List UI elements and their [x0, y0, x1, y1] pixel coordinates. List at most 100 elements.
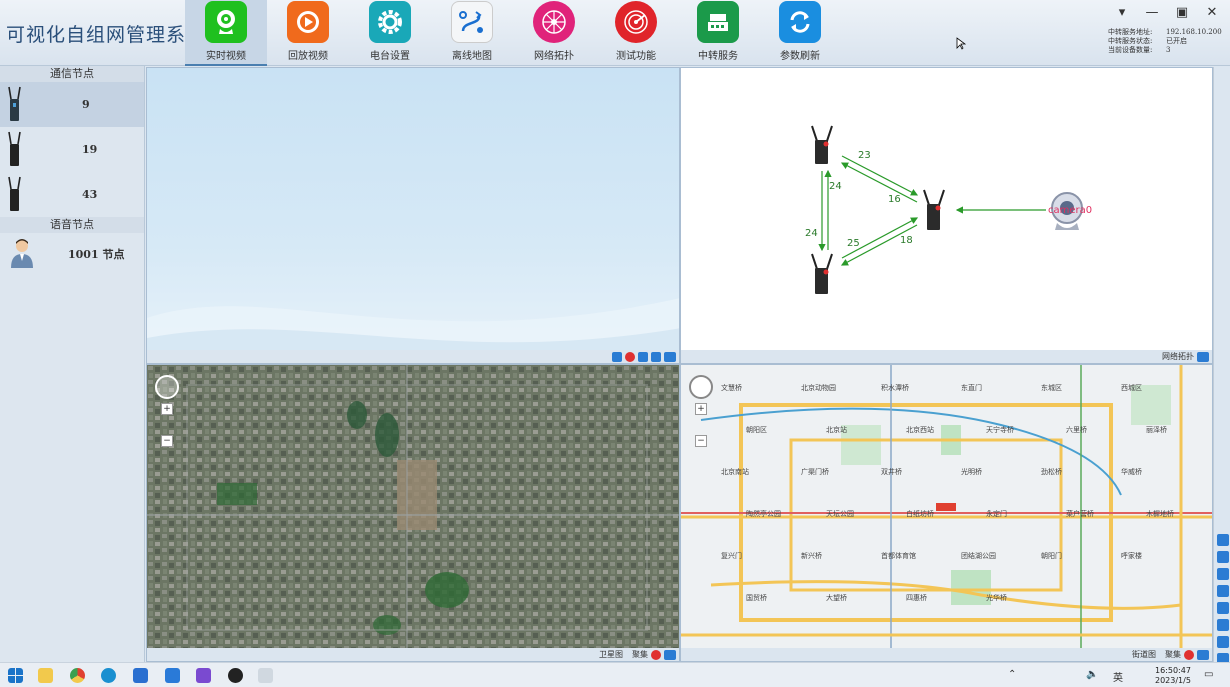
edge-icon[interactable]	[101, 668, 116, 683]
app-icon[interactable]	[258, 668, 273, 683]
map-tool-strip	[1213, 67, 1230, 665]
map-place-label: 北京西站	[906, 426, 934, 434]
nav-playback[interactable]: 回放视频	[267, 0, 349, 66]
map-place-label: 永定门	[986, 510, 1007, 518]
video-panel-toolbar	[147, 350, 679, 363]
fullscreen-icon[interactable]	[664, 649, 676, 660]
map-place-label: 丽泽桥	[1146, 426, 1167, 434]
zoom-out-button[interactable]: −	[695, 435, 707, 447]
play-icon[interactable]	[612, 351, 622, 362]
zoom-out-button[interactable]: −	[161, 435, 173, 447]
map-place-label: 劲松桥	[1041, 468, 1062, 476]
stop-icon[interactable]	[625, 351, 635, 362]
fullscreen-icon[interactable]	[664, 351, 676, 362]
notification-icon[interactable]: ▭	[1204, 669, 1213, 680]
map-place-label: 团结湖公园	[961, 552, 996, 560]
snapshot-icon[interactable]	[638, 351, 648, 362]
app-header: 可视化自组网管理系统 实时视频 回放视频 电台设置 离线地图 网络拓扑 测试功能…	[0, 0, 1230, 66]
topology-node-radio[interactable]	[923, 189, 945, 230]
map-place-label: 白纸坊桥	[906, 510, 934, 518]
file-explorer-icon[interactable]	[38, 668, 53, 683]
nav-refresh-params[interactable]: 参数刷新	[759, 0, 841, 66]
voice-nodes-title: 语音节点	[0, 217, 144, 233]
map-place-label: 北京南站	[721, 468, 749, 476]
clock[interactable]: 16:50:47 2023/1/5	[1155, 666, 1191, 686]
zoom-in-button[interactable]: +	[161, 403, 173, 415]
user-avatar-icon	[11, 239, 33, 268]
comm-node-item[interactable]: 9	[0, 82, 144, 127]
vscode-icon[interactable]	[133, 668, 148, 683]
node-sidebar: 通信节点 9 19 43 语音节点 1001 节点	[0, 66, 145, 662]
map-place-label: 广渠门桥	[801, 468, 829, 476]
map-place-label: 新兴桥	[801, 552, 822, 560]
map-place-label: 木樨地桥	[1146, 510, 1174, 518]
app-icon[interactable]	[228, 668, 243, 683]
map-place-label: 光华桥	[986, 594, 1007, 602]
topology-edge	[840, 162, 918, 203]
comm-node-item[interactable]: 19	[0, 127, 144, 172]
map-tool-icon[interactable]	[1217, 568, 1229, 580]
map-pan-control[interactable]	[155, 375, 179, 399]
topology-panel: 23 16 24 24 25 18 camera0 网络拓扑	[680, 67, 1213, 364]
network-topology-icon	[533, 1, 575, 43]
maximize-icon[interactable]: ▣	[1174, 4, 1190, 20]
map-place-label: 呼家楼	[1121, 552, 1142, 560]
nav-label: 中转服务	[698, 51, 738, 62]
nav-radio-settings[interactable]: 电台设置	[349, 0, 431, 66]
satellite-map-panel[interactable]: + − 卫星图 聚集	[146, 364, 680, 662]
map-place-label: 北京动物园	[801, 384, 836, 392]
map-place-label: 六里桥	[1066, 426, 1087, 434]
topology-node-radio[interactable]	[811, 253, 833, 294]
comm-node-item[interactable]: 43	[0, 172, 144, 217]
map-place-label: 天宁寺桥	[986, 426, 1014, 434]
topology-node-radio[interactable]	[811, 125, 833, 164]
map-tool-icon[interactable]	[1217, 636, 1229, 648]
fullscreen-icon[interactable]	[1197, 351, 1209, 362]
tray-arrow-icon[interactable]: ⌃	[1008, 669, 1016, 680]
map-search-icon[interactable]	[1217, 534, 1229, 546]
nav-live-video[interactable]: 实时视频	[185, 0, 267, 66]
windows-start-icon[interactable]	[8, 668, 23, 683]
app-icon[interactable]	[196, 668, 211, 683]
voice-node-item[interactable]: 1001 节点	[0, 233, 144, 275]
map-tool-icon[interactable]	[1217, 551, 1229, 563]
app-icon[interactable]	[165, 668, 180, 683]
window-controls: ▾ — ▣ ✕	[1114, 4, 1220, 20]
map-pan-control[interactable]	[689, 375, 713, 399]
server-state: 已开启	[1166, 37, 1187, 45]
video-panel	[146, 67, 680, 364]
map-place-label: 积水潭桥	[881, 384, 909, 392]
street-map-panel[interactable]: 文慧桥 北京动物园 积水潭桥 东直门 东城区 西城区 朝阳区 北京站 北京西站 天宁寺桥 六里桥 丽泽…	[680, 364, 1213, 662]
nav-network-topology[interactable]: 网络拓扑	[513, 0, 595, 66]
close-icon[interactable]: ✕	[1204, 4, 1220, 20]
volume-icon[interactable]: 🔈	[1086, 669, 1098, 680]
nav-label: 离线地图	[452, 51, 492, 62]
radio-device-icon	[8, 176, 21, 211]
gear-icon	[369, 1, 411, 43]
zoom-in-button[interactable]: +	[695, 403, 707, 415]
map-tool-icon[interactable]	[1217, 602, 1229, 614]
map-place-label: 东城区	[1041, 384, 1062, 392]
stop-icon[interactable]	[1184, 649, 1194, 660]
ime-indicator[interactable]: 英	[1113, 669, 1123, 684]
radar-icon	[615, 1, 657, 43]
nav-relay-service[interactable]: 中转服务	[677, 0, 759, 66]
edge-label: 18	[900, 235, 913, 246]
edge-label: 24	[805, 228, 818, 239]
topology-graph: 23 16 24 24 25 18 camera0	[805, 125, 1092, 294]
wave-background	[147, 298, 679, 358]
nav-offline-map[interactable]: 离线地图	[431, 0, 513, 66]
stop-icon[interactable]	[651, 649, 661, 660]
relay-server-icon	[697, 1, 739, 43]
map-place-label: 国贸桥	[746, 594, 767, 602]
minimize-icon[interactable]: —	[1144, 4, 1160, 20]
map-place-label: 双井桥	[881, 468, 902, 476]
nav-test-functions[interactable]: 测试功能	[595, 0, 677, 66]
map-tool-icon[interactable]	[1217, 619, 1229, 631]
map-tool-icon[interactable]	[1217, 585, 1229, 597]
map-place-label: 朝阳区	[746, 426, 767, 434]
fullscreen-icon[interactable]	[1197, 649, 1209, 660]
dropdown-icon[interactable]: ▾	[1114, 4, 1130, 20]
record-icon[interactable]	[651, 351, 661, 362]
chrome-icon[interactable]	[70, 668, 85, 683]
